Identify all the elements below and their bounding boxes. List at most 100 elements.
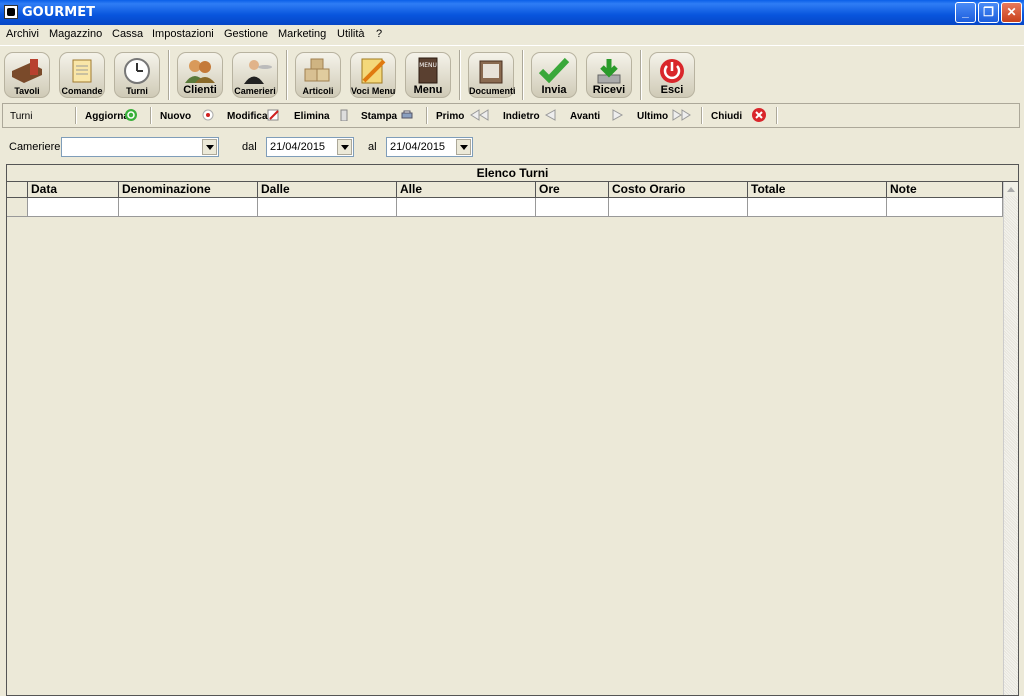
indietro-button[interactable]: Indietro [503, 111, 540, 122]
menu-utilita[interactable]: Utilità [337, 28, 365, 40]
customers-icon [185, 60, 215, 83]
ricevi-button[interactable]: Ricevi [586, 52, 632, 98]
menu-archivi[interactable]: Archivi [6, 28, 39, 40]
table-cell[interactable] [258, 198, 397, 217]
turni-button[interactable]: Turni [114, 52, 160, 98]
printer-icon[interactable] [401, 109, 413, 121]
dal-date-picker[interactable]: 21/04/2015 [266, 137, 354, 157]
minimize-button[interactable]: _ [955, 2, 976, 23]
al-date-picker[interactable]: 21/04/2015 [386, 137, 473, 157]
aggiorna-button[interactable]: Aggiorna [85, 111, 129, 122]
table-cell[interactable] [609, 198, 748, 217]
close-window-button[interactable]: ✕ [1001, 2, 1022, 23]
chevron-down-icon[interactable] [202, 139, 217, 155]
menu-marketing[interactable]: Marketing [278, 28, 326, 40]
close-icon[interactable] [752, 108, 766, 122]
documenti-label: Documenti [469, 86, 516, 96]
menu-gestione[interactable]: Gestione [224, 28, 268, 40]
voci-menu-button[interactable]: Voci Menu [350, 52, 396, 98]
menu-impostazioni[interactable]: Impostazioni [152, 28, 214, 40]
al-value: 21/04/2015 [390, 141, 446, 153]
column-header-costo-orario[interactable]: Costo Orario [609, 182, 748, 198]
stampa-button[interactable]: Stampa [361, 111, 397, 122]
tavoli-button[interactable]: Tavoli [4, 52, 50, 98]
dal-value: 21/04/2015 [270, 141, 326, 153]
previous-record-icon[interactable] [544, 109, 556, 121]
refresh-icon[interactable] [125, 109, 137, 121]
table-cell[interactable] [119, 198, 258, 217]
record-toolbar: Turni Aggiorna Nuovo Modifica Elimina St… [2, 103, 1020, 128]
svg-text:MENU: MENU [419, 62, 437, 69]
menu-book-icon: MENU [418, 57, 438, 84]
ultimo-button[interactable]: Ultimo [637, 111, 668, 122]
clienti-button[interactable]: Clienti [177, 52, 223, 98]
camerieri-button[interactable]: Camerieri [232, 52, 278, 98]
vertical-scrollbar[interactable] [1003, 182, 1018, 695]
dal-label: dal [242, 141, 257, 153]
ricevi-label: Ricevi [592, 84, 626, 96]
power-icon [660, 59, 684, 83]
app-icon[interactable] [4, 5, 18, 19]
next-record-icon[interactable] [612, 109, 624, 121]
new-record-icon[interactable] [202, 109, 214, 121]
documents-icon [479, 60, 503, 84]
esci-button[interactable]: Esci [649, 52, 695, 98]
row-indicator-header [7, 182, 28, 198]
al-label: al [368, 141, 377, 153]
column-header-ore[interactable]: Ore [536, 182, 609, 198]
chiudi-button[interactable]: Chiudi [711, 111, 742, 122]
turni-grid[interactable]: Elenco Turni Data Denominazione Dalle Al… [6, 164, 1019, 696]
menu-cassa[interactable]: Cassa [112, 28, 143, 40]
window-title: GOURMET [22, 5, 95, 20]
download-icon [597, 59, 621, 84]
comande-label: Comande [61, 86, 103, 96]
invia-button[interactable]: Invia [531, 52, 577, 98]
avanti-button[interactable]: Avanti [570, 111, 600, 122]
column-header-data[interactable]: Data [28, 182, 119, 198]
title-bar: GOURMET _ ❐ ✕ [0, 0, 1024, 25]
clienti-label: Clienti [183, 84, 217, 96]
restore-button[interactable]: ❐ [978, 2, 999, 23]
table-cell[interactable] [28, 198, 119, 217]
documenti-button[interactable]: Documenti [468, 52, 516, 98]
comande-button[interactable]: Comande [59, 52, 105, 98]
esci-label: Esci [660, 84, 684, 96]
last-record-icon[interactable] [671, 109, 691, 121]
column-header-alle[interactable]: Alle [397, 182, 536, 198]
turni-label: Turni [126, 86, 148, 96]
primo-button[interactable]: Primo [436, 111, 464, 122]
menu-help[interactable]: ? [376, 28, 382, 40]
table-cell[interactable] [397, 198, 536, 217]
articoli-button[interactable]: Articoli [295, 52, 341, 98]
modifica-button[interactable]: Modifica [227, 111, 268, 122]
column-header-note[interactable]: Note [887, 182, 1003, 198]
row-indicator[interactable] [7, 198, 28, 217]
edit-icon[interactable] [267, 109, 279, 121]
scroll-up-icon[interactable] [1004, 182, 1018, 196]
table-cell[interactable] [536, 198, 609, 217]
waiter-icon [244, 60, 272, 84]
table-icon [12, 59, 42, 83]
cameriere-select[interactable] [61, 137, 219, 157]
nuovo-button[interactable]: Nuovo [160, 111, 191, 122]
menu-magazzino[interactable]: Magazzino [49, 28, 102, 40]
boxes-icon [304, 58, 330, 82]
grid-caption: Elenco Turni [7, 165, 1018, 182]
column-header-totale[interactable]: Totale [748, 182, 887, 198]
table-cell[interactable] [887, 198, 1003, 217]
column-header-dalle[interactable]: Dalle [258, 182, 397, 198]
main-toolbar: Tavoli Comande Turni Clienti Camerieri A… [0, 45, 1024, 103]
chevron-down-icon[interactable] [456, 139, 471, 155]
notepad-icon [72, 59, 92, 83]
trash-icon[interactable] [338, 109, 350, 121]
menu-bar: Archivi Magazzino Cassa Impostazioni Ges… [0, 25, 1024, 45]
menu-button[interactable]: MENU Menu [405, 52, 451, 98]
first-record-icon[interactable] [470, 109, 490, 121]
chevron-down-icon[interactable] [337, 139, 352, 155]
invia-label: Invia [541, 84, 567, 96]
menu-label: Menu [413, 84, 443, 96]
table-cell[interactable] [748, 198, 887, 217]
column-header-denominazione[interactable]: Denominazione [119, 182, 258, 198]
elimina-button[interactable]: Elimina [294, 111, 330, 122]
articoli-label: Articoli [302, 86, 334, 96]
